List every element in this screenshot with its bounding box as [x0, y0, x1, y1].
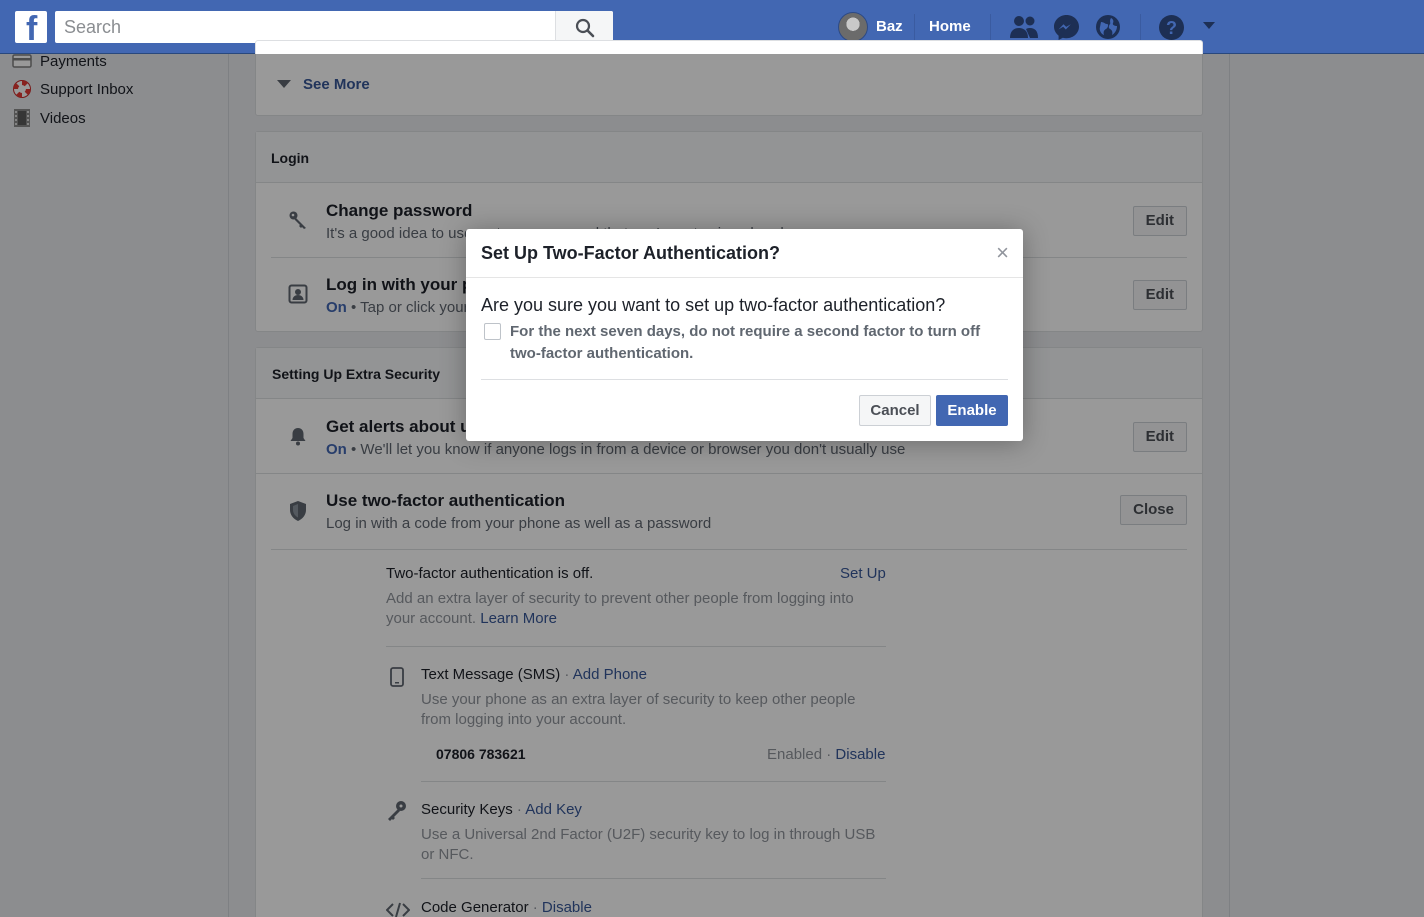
home-link[interactable]: Home: [929, 18, 971, 35]
cancel-button[interactable]: Cancel: [859, 395, 931, 426]
checkbox-label[interactable]: For the next seven days, do not require …: [510, 321, 1000, 365]
logo-letter: f: [26, 11, 38, 43]
divider: [481, 379, 1008, 380]
dialog-title: Set Up Two-Factor Authentication?: [466, 229, 1023, 278]
svg-text:?: ?: [1166, 18, 1177, 38]
two-factor-confirm-dialog: Set Up Two-Factor Authentication? × Are …: [466, 229, 1023, 441]
notifications-globe-icon[interactable]: [1095, 14, 1121, 40]
messenger-icon[interactable]: [1053, 14, 1080, 40]
nav-divider: [914, 14, 915, 40]
friend-requests-icon[interactable]: [1008, 14, 1040, 40]
search-box: [55, 11, 613, 43]
search-input[interactable]: [55, 11, 555, 43]
search-icon: [575, 18, 595, 38]
profile-link[interactable]: Baz: [876, 18, 903, 35]
avatar[interactable]: [838, 12, 868, 42]
search-button[interactable]: [555, 11, 613, 43]
nav-divider: [1140, 14, 1141, 40]
dialog-question: Are you sure you want to set up two-fact…: [481, 295, 946, 315]
nav-divider: [990, 14, 991, 40]
skip-second-factor-checkbox[interactable]: [484, 323, 501, 340]
account-menu-chevron-down-icon[interactable]: [1202, 21, 1216, 31]
close-icon[interactable]: ×: [996, 242, 1009, 264]
enable-button[interactable]: Enable: [936, 395, 1008, 426]
help-icon[interactable]: ?: [1158, 14, 1185, 41]
facebook-logo[interactable]: f: [15, 11, 47, 43]
modal-overlay[interactable]: [0, 54, 1424, 917]
